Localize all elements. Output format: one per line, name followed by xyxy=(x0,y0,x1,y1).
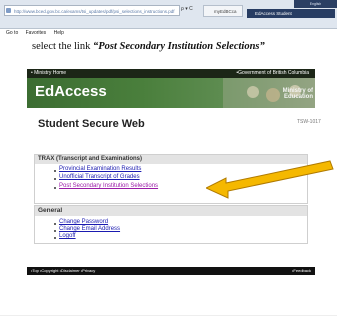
bullet-icon xyxy=(54,230,56,232)
language-corner: English xyxy=(294,0,337,8)
menu-item-help[interactable]: Help xyxy=(54,30,64,36)
ministry-home-link[interactable]: • Ministry Home xyxy=(31,69,66,78)
trax-heading-text: TRAX (Transcript and Examinations) xyxy=(38,156,143,162)
callout-arrow-icon xyxy=(206,160,334,199)
instruction-link-name: “Post Secondary Institution Selections” xyxy=(92,41,265,52)
instruction-text: select the link “Post Secondary Institut… xyxy=(32,41,265,52)
ministry-badge: Ministry of Education xyxy=(282,88,313,100)
link-post-secondary-selections[interactable]: Post Secondary Institution Selections xyxy=(59,183,158,189)
bullet-icon xyxy=(54,170,56,172)
menu-item-favorites[interactable]: Favorites xyxy=(26,30,47,36)
site-banner: EdAccess Ministry of Education xyxy=(27,78,315,108)
link-logoff[interactable]: Logoff xyxy=(59,233,76,239)
menu-item-goto[interactable]: Go to xyxy=(6,30,18,36)
bullet-icon xyxy=(54,178,56,180)
link-change-email[interactable]: Change Email Address xyxy=(59,226,120,232)
page-title: Student Secure Web xyxy=(38,118,145,130)
link-change-password[interactable]: Change Password xyxy=(59,219,108,225)
general-heading-text: General xyxy=(38,207,63,214)
government-link[interactable]: •Government of British Columbia xyxy=(236,69,309,78)
address-bar[interactable]: http://www.bced.gov.bc.ca/exams/tsi_upda… xyxy=(4,5,180,16)
menu-bar: Go to Favorites Help xyxy=(0,29,337,37)
divider xyxy=(0,315,337,316)
general-heading: General xyxy=(35,206,307,216)
link-unofficial-transcript[interactable]: Unofficial Transcript of Grades xyxy=(59,174,140,180)
link-provincial-exam-results[interactable]: Provincial Examination Results xyxy=(59,166,141,172)
feedback-link[interactable]: •Feedback xyxy=(292,267,311,275)
brand-logo: EdAccess xyxy=(35,83,107,100)
site-footer: •Top •Copyright •Disclaimer •Privacy •Fe… xyxy=(27,267,315,275)
bullet-icon xyxy=(54,187,56,189)
site-top-strip: • Ministry Home •Government of British C… xyxy=(27,69,315,78)
bullet-icon xyxy=(54,223,56,225)
tab-myedbc[interactable]: myEdBCca xyxy=(203,5,243,17)
footer-links[interactable]: •Top •Copyright •Disclaimer •Privacy xyxy=(31,267,95,275)
tab-edaccess[interactable]: EdAccess Student xyxy=(247,9,335,18)
page-icon xyxy=(6,8,11,13)
page-code: TSW-1017 xyxy=(297,119,321,125)
instruction-prefix: select the link xyxy=(32,41,93,52)
address-tools[interactable]: ρ ▾ C xyxy=(181,6,193,12)
bullet-icon xyxy=(54,237,56,239)
